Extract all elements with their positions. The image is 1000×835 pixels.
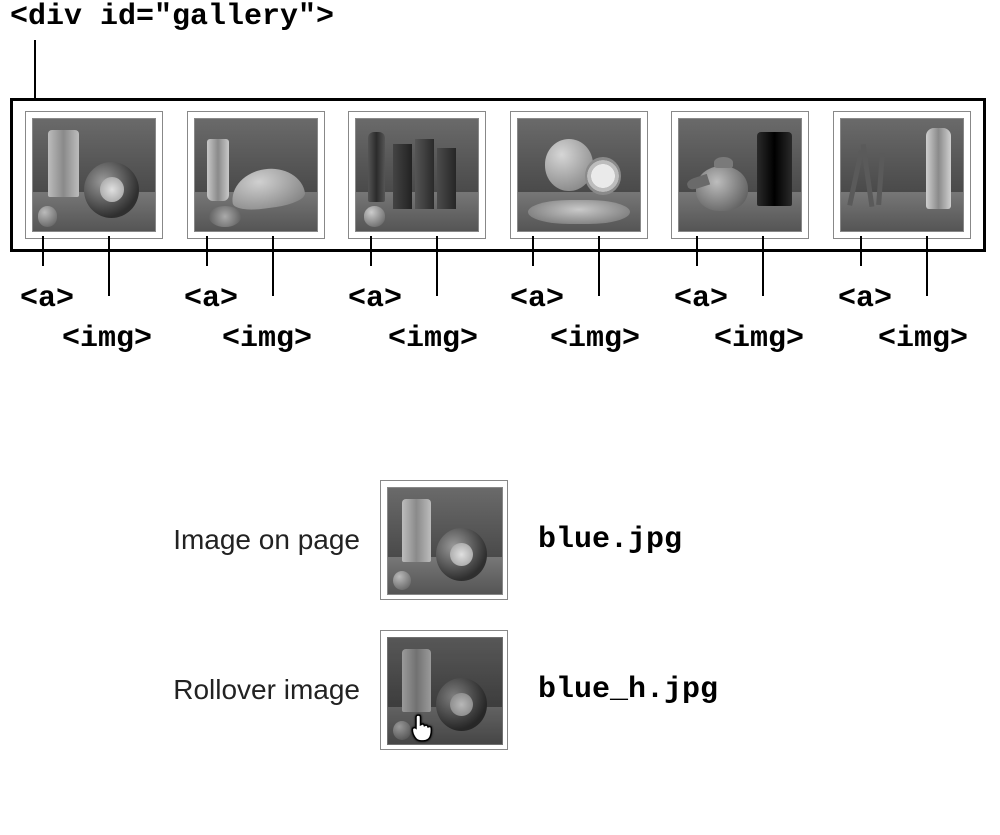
explain-filename-rollover: blue_h.jpg (538, 673, 718, 707)
diagram-root: <div id="gallery"> (0, 0, 1000, 835)
img-tag-label: <img> (714, 322, 804, 356)
img-tag-label: <img> (550, 322, 640, 356)
thumbnail-link[interactable] (25, 111, 163, 239)
thumbnail-image (194, 118, 318, 232)
thumbnail-link[interactable] (510, 111, 648, 239)
thumbnail-link[interactable] (348, 111, 486, 239)
explain-thumb-normal (380, 480, 508, 600)
img-tag-label: <img> (878, 322, 968, 356)
rollover-explain-block: Image on page blue.jpg Rollover image (130, 480, 870, 780)
explain-row-normal: Image on page blue.jpg (130, 480, 870, 600)
a-tag-label: <a> (838, 282, 892, 316)
a-tag-label: <a> (510, 282, 564, 316)
thumbnail-link[interactable] (187, 111, 325, 239)
explain-row-rollover: Rollover image blue_h.jpg (130, 630, 870, 750)
a-tag-label: <a> (20, 282, 74, 316)
thumbnail-image (32, 118, 156, 232)
explain-label-rollover: Rollover image (130, 674, 360, 706)
explain-label-normal: Image on page (130, 524, 360, 556)
thumbnail-link[interactable] (671, 111, 809, 239)
hand-cursor-icon (409, 713, 435, 743)
a-tag-label: <a> (184, 282, 238, 316)
thumbnail-link[interactable] (833, 111, 971, 239)
gallery-container (10, 98, 986, 252)
leader-line (34, 40, 36, 100)
explain-filename-normal: blue.jpg (538, 523, 682, 557)
a-tag-label: <a> (674, 282, 728, 316)
thumbnail-image (678, 118, 802, 232)
img-tag-label: <img> (62, 322, 152, 356)
img-tag-label: <img> (222, 322, 312, 356)
thumbnail-image (840, 118, 964, 232)
a-tag-label: <a> (348, 282, 402, 316)
thumbnail-image (355, 118, 479, 232)
img-tag-label: <img> (388, 322, 478, 356)
explain-thumb-rollover (380, 630, 508, 750)
gallery-div-code-label: <div id="gallery"> (10, 0, 334, 34)
thumbnail-image (517, 118, 641, 232)
